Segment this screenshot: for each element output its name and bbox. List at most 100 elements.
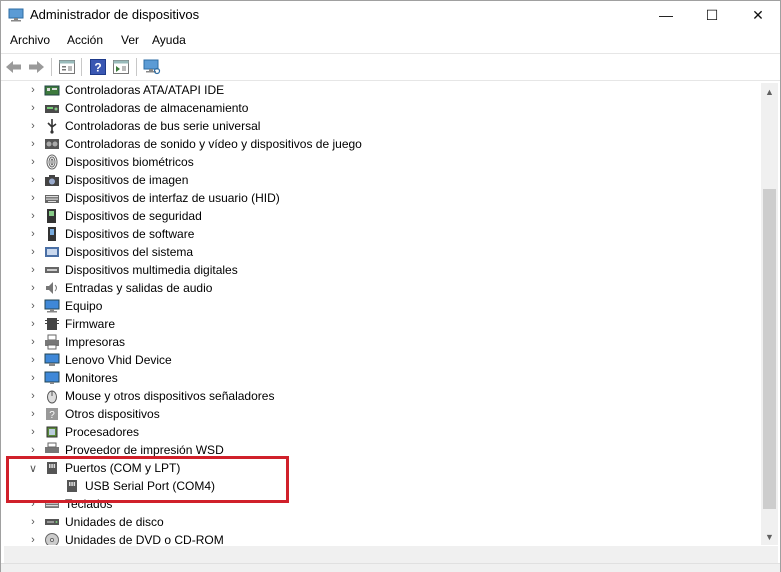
wsd-printer-icon [44,442,60,458]
tree-item-label: Lenovo Vhid Device [65,353,172,367]
chevron-right-icon[interactable]: › [27,83,39,97]
chevron-right-icon[interactable]: › [27,317,39,331]
scroll-up-icon[interactable]: ▲ [761,83,778,100]
tree-item[interactable]: › Dispositivos de seguridad [4,207,760,225]
maximize-button[interactable]: ☐ [689,1,735,29]
chevron-right-icon[interactable]: › [27,227,39,241]
multimedia-device-icon [44,262,60,278]
chevron-right-icon[interactable]: › [27,389,39,403]
chevron-right-icon[interactable]: › [27,173,39,187]
tree-item[interactable]: › Firmware [4,315,760,333]
chevron-right-icon[interactable]: › [27,119,39,133]
chevron-right-icon[interactable]: › [27,407,39,421]
tree-item[interactable]: › Equipo [4,297,760,315]
tree-item[interactable]: › Dispositivos multimedia digitales [4,261,760,279]
chevron-right-icon[interactable]: › [27,497,39,511]
chevron-right-icon[interactable]: › [27,335,39,349]
tree-item-label: Dispositivos de software [65,227,195,241]
tree-item[interactable]: › Dispositivos de imagen [4,171,760,189]
chevron-right-icon[interactable]: › [27,281,39,295]
tree-item-label: Puertos (COM y LPT) [65,461,181,475]
tree-item[interactable]: › Controladoras de sonido y vídeo y dispo… [4,135,760,153]
properties-icon[interactable] [58,58,76,76]
show-hidden-icon[interactable] [112,58,130,76]
tree-item-label: Controladoras de almacenamiento [65,101,249,115]
chevron-right-icon[interactable]: › [27,209,39,223]
tree-item[interactable]: › Controladoras de bus serie universal [4,117,760,135]
tree-item-label: Monitores [65,371,118,385]
forward-arrow-icon[interactable] [27,58,45,76]
tree-item-label: Dispositivos multimedia digitales [65,263,238,277]
chevron-right-icon[interactable]: › [27,101,39,115]
chevron-right-icon[interactable]: › [27,515,39,529]
chevron-right-icon[interactable]: › [27,263,39,277]
chevron-right-icon[interactable]: › [27,191,39,205]
chevron-right-icon[interactable]: › [27,245,39,259]
scroll-down-icon[interactable]: ▼ [761,528,778,545]
tree-item[interactable]: › Controladoras ATA/ATAPI IDE [4,83,760,99]
chevron-right-icon[interactable]: › [27,155,39,169]
tree-item[interactable]: › Proveedor de impresión WSD [4,441,760,459]
scroll-thumb[interactable] [763,189,776,509]
toolbar: ? [1,53,780,81]
tree-item[interactable]: › Monitores [4,369,760,387]
tree-item[interactable]: › Dispositivos de interfaz de usuario (HI… [4,189,760,207]
tree-item-label: Teclados [65,497,113,511]
horizontal-scrollbar[interactable] [4,546,778,563]
tree-item[interactable]: › Teclados [4,495,760,513]
tree-item-label: Impresoras [65,335,126,349]
scan-hardware-icon[interactable] [143,58,161,76]
menu-ver[interactable]: Ver [121,33,139,47]
security-device-icon [44,208,60,224]
back-arrow-icon[interactable] [5,58,23,76]
tree-child-item[interactable]: USB Serial Port (COM4) [4,477,760,495]
tree-item[interactable]: › Entradas y salidas de audio [4,279,760,297]
unknown-device-icon: ? [44,406,60,422]
tree-item[interactable]: ∨ Puertos (COM y LPT) [4,459,760,477]
tree-item[interactable]: › Controladoras de almacenamiento [4,99,760,117]
tree-item-label: Procesadores [65,425,140,439]
lenovo-device-icon [44,352,60,368]
help-icon[interactable]: ? [89,58,107,76]
svg-text:?: ? [94,61,101,75]
chevron-right-icon[interactable]: › [27,371,39,385]
menu-accion[interactable]: Acción [67,33,103,47]
tree-item[interactable]: › Dispositivos biométricos [4,153,760,171]
menu-archivo[interactable]: Archivo [10,33,50,47]
computer-icon [44,298,60,314]
tree-item-label: Controladoras ATA/ATAPI IDE [65,83,225,97]
tree-item[interactable]: › Impresoras [4,333,760,351]
tree-item-label: Firmware [65,317,115,331]
tree-item-label: Dispositivos de imagen [65,173,189,187]
tree-item[interactable]: ›? Otros dispositivos [4,405,760,423]
hid-keyboard-icon [44,190,60,206]
tree-item[interactable]: › Dispositivos de software [4,225,760,243]
title-bar[interactable]: Administrador de dispositivos — ☐ ✕ [1,1,780,29]
vertical-scrollbar[interactable]: ▲ ▼ [761,83,778,545]
close-button[interactable]: ✕ [735,1,781,29]
tree-item[interactable]: › Dispositivos del sistema [4,243,760,261]
chevron-right-icon[interactable]: › [27,299,39,313]
chevron-right-icon[interactable]: › [27,425,39,439]
chevron-right-icon[interactable]: › [27,353,39,367]
tree-item[interactable]: › Procesadores [4,423,760,441]
chevron-down-icon[interactable]: ∨ [27,461,39,475]
chevron-right-icon[interactable]: › [27,443,39,457]
speaker-icon [44,280,60,296]
device-tree[interactable]: › Controladoras ATA/ATAPI IDE › Controlador… [4,83,760,545]
chevron-right-icon[interactable]: › [27,533,39,545]
minimize-button[interactable]: — [643,1,689,29]
software-device-icon [44,226,60,242]
tree-item[interactable]: › Lenovo Vhid Device [4,351,760,369]
chevron-right-icon[interactable]: › [27,137,39,151]
tree-item-label: Unidades de disco [65,515,164,529]
tree-item-label: Controladoras de sonido y vídeo y dispos… [65,137,362,151]
tree-item-label: Mouse y otros dispositivos señaladores [65,389,275,403]
tree-item[interactable]: › Mouse y otros dispositivos señaladores [4,387,760,405]
sound-controller-icon [44,136,60,152]
menu-ayuda[interactable]: Ayuda [152,33,186,47]
tree-item[interactable]: › Unidades de disco [4,513,760,531]
camera-icon [44,172,60,188]
tree-item[interactable]: › Unidades de DVD o CD-ROM [4,531,760,545]
tree-item-label: Controladoras de bus serie universal [65,119,261,133]
